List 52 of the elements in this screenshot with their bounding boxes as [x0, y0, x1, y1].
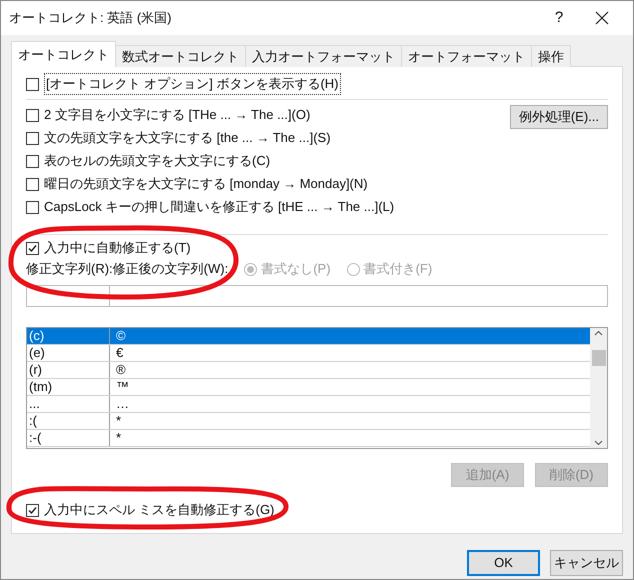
table-cell-text: … — [115, 396, 130, 412]
tab[interactable]: 数式オートコレクト — [115, 45, 246, 67]
checkbox[interactable] — [26, 108, 39, 122]
list-row[interactable]: :( * — [27, 413, 590, 430]
tab[interactable]: オートコレクト — [11, 41, 116, 67]
checkbox[interactable] — [26, 200, 39, 214]
list-row[interactable]: (r) ® — [27, 362, 590, 379]
table-cell-text: ™ — [115, 379, 130, 395]
checkbox-label: CapsLock キーの押し間違いを修正する [tHE ... → The ...](L) — [44, 198, 394, 216]
checkbox[interactable] — [26, 78, 39, 90]
checkbox[interactable] — [26, 242, 39, 254]
checkbox-label: 曜日の先頭文字を大文字にする [monday → Monday](N) — [44, 175, 368, 194]
dialog-button[interactable]: キャンセル — [550, 550, 623, 576]
checkbox[interactable] — [26, 132, 39, 144]
table-cell: (c) — [27, 328, 110, 344]
radio-label: 書式なし(P) — [261, 260, 331, 278]
checkbox-label: 表のセルの先頭文字を大文字にする(C) — [44, 152, 270, 170]
radio-label: 書式付き(F) — [364, 260, 432, 278]
list-row[interactable]: (c) © — [27, 328, 590, 345]
table-cell: :( — [27, 413, 110, 429]
checkbox-label: 文の先頭文字を大文字にする [the ... → The ...](S) — [44, 129, 331, 148]
table-cell: ... — [27, 396, 110, 412]
list-row[interactable]: ... … — [27, 396, 590, 413]
tab[interactable]: 操作 — [531, 45, 571, 67]
help-button[interactable]: ? — [539, 3, 579, 33]
table-cell: :-( — [27, 430, 110, 446]
table-cell-text: ® — [115, 362, 127, 378]
list-row[interactable]: (tm) ™ — [27, 379, 590, 396]
checkbox[interactable] — [26, 154, 39, 168]
table-cell-text: * — [115, 413, 122, 429]
field-label: 修正文字列(R):修正後の文字列(W): — [26, 260, 228, 278]
scrollbar-thumb[interactable] — [592, 350, 606, 366]
checkbox-label: 入力中にスペル ミスを自動修正する(G) — [44, 501, 274, 520]
table-cell-text: € — [115, 345, 124, 361]
checkbox-label: 2 文字目を小文字にする [THe ... → The ...](O) — [44, 106, 310, 124]
checkbox-label: [オートコレクト オプション] ボタンを表示する(H) — [44, 73, 340, 95]
table-cell-text: * — [115, 430, 122, 446]
exceptions-button[interactable]: 例外処理(E)... — [510, 105, 608, 129]
table-cell-text: © — [115, 328, 127, 344]
list-row[interactable]: (e) € — [27, 345, 590, 362]
list-row[interactable]: :-( * — [27, 430, 590, 447]
table-cell: (tm) — [27, 379, 110, 395]
window-title: オートコレクト: 英語 (米国) — [9, 9, 172, 28]
checkbox[interactable] — [26, 178, 39, 190]
tab[interactable]: 入力オートフォーマット — [245, 45, 402, 67]
dialog-button[interactable]: OK — [467, 550, 540, 576]
checkbox[interactable] — [26, 504, 39, 516]
scrollbar[interactable] — [590, 328, 607, 448]
table-cell: (e) — [27, 345, 110, 361]
tab[interactable]: オートフォーマット — [401, 45, 532, 67]
checkbox-label: 入力中に自動修正する(T) — [44, 239, 191, 258]
table-cell: (r) — [27, 362, 110, 378]
